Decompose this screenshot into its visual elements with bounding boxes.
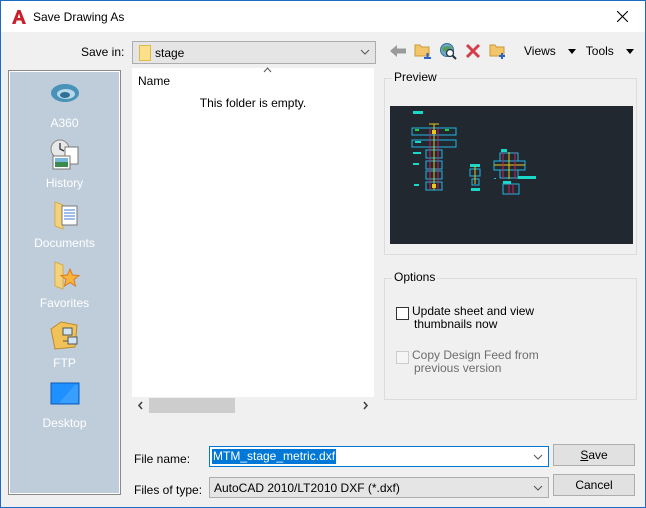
folder-up-icon (414, 44, 431, 59)
title-bar: Save Drawing As (1, 1, 645, 32)
close-button[interactable] (599, 1, 645, 32)
delete-icon (465, 43, 480, 59)
drawing-thumbnail (411, 111, 536, 195)
places-sidebar: A360 History Documents Favorites FTP Des… (8, 70, 121, 495)
places-item-ftp[interactable]: FTP (9, 319, 120, 379)
search-web-button[interactable] (435, 39, 460, 63)
close-icon (616, 11, 628, 22)
empty-folder-message: This folder is empty. (199, 96, 307, 110)
places-item-history[interactable]: History (9, 139, 120, 199)
preview-group: Preview (384, 70, 637, 255)
places-item-favorites[interactable]: Favorites (9, 259, 120, 319)
scroll-left-button[interactable] (132, 399, 149, 412)
files-of-type-label: Files of type: (134, 483, 203, 497)
search-web-icon (439, 43, 457, 60)
column-header-name[interactable]: Name (138, 74, 170, 88)
files-of-type-dropdown[interactable]: AutoCAD 2010/LT2010 DXF (*.dxf) (209, 477, 549, 498)
options-group: Options Update sheet and view thumbnails… (384, 270, 637, 400)
new-folder-icon (489, 44, 505, 59)
options-label: Options (392, 270, 438, 284)
caret-down-icon (625, 48, 634, 54)
places-item-desktop[interactable]: Desktop (9, 379, 120, 439)
label-line: thumbnails now (414, 317, 498, 331)
file-name-input[interactable]: MTM_stage_metric.dxf (209, 446, 549, 467)
up-one-level-button[interactable] (410, 39, 435, 63)
save-in-dropdown[interactable]: stage (132, 41, 376, 64)
views-menu[interactable]: Views (524, 44, 576, 58)
views-label: Views (524, 44, 556, 58)
back-button[interactable] (385, 39, 410, 63)
save-in-value: stage (155, 46, 185, 60)
chevron-down-icon[interactable] (533, 452, 543, 462)
update-thumbnails-label: Update sheet and view thumbnails now (412, 305, 534, 331)
scrollbar-thumb[interactable] (149, 398, 235, 413)
create-new-folder-button[interactable] (485, 39, 510, 63)
file-name-value: MTM_stage_metric.dxf (212, 449, 337, 464)
desktop-icon (50, 382, 80, 405)
places-item-label: Documents (34, 236, 95, 250)
places-item-a360[interactable]: A360 (9, 79, 120, 139)
sort-ascending-icon (263, 67, 272, 73)
tools-label: Tools (585, 44, 614, 58)
places-item-label: A360 (50, 116, 79, 130)
places-item-label: FTP (53, 356, 76, 370)
folder-icon (139, 45, 151, 61)
delete-button[interactable] (460, 39, 485, 63)
save-drawing-as-dialog: Save Drawing As Save in: stage Views Too… (0, 0, 646, 508)
label-line: previous version (414, 361, 502, 375)
drawing-preview (390, 106, 633, 244)
places-item-label: History (45, 176, 84, 190)
ftp-icon (50, 321, 78, 350)
save-button[interactable]: Save (553, 444, 635, 466)
chevron-down-icon (360, 49, 370, 55)
copy-design-feed-checkbox (396, 351, 409, 364)
file-name-label: File name: (134, 452, 191, 466)
chevron-right-icon (363, 401, 369, 410)
chevron-down-icon (533, 485, 543, 491)
chevron-left-icon (137, 401, 143, 410)
preview-label: Preview (392, 70, 439, 84)
window-title: Save Drawing As (33, 10, 125, 24)
autocad-logo-icon (12, 10, 26, 24)
toolbar: Views Tools (385, 39, 634, 63)
caret-down-icon (567, 48, 576, 54)
places-item-label: Favorites (39, 296, 90, 310)
history-icon (50, 139, 79, 170)
favorites-icon (54, 261, 81, 290)
save-in-label: Save in: (81, 45, 125, 59)
documents-icon (54, 201, 78, 230)
update-thumbnails-option[interactable]: Update sheet and view thumbnails now (396, 305, 534, 331)
tools-menu[interactable]: Tools (586, 44, 634, 58)
places-item-documents[interactable]: Documents (9, 199, 120, 259)
horizontal-scrollbar[interactable] (132, 397, 374, 414)
copy-design-feed-label: Copy Design Feed from previous version (412, 349, 539, 375)
places-item-label: Desktop (42, 416, 87, 430)
scroll-right-button[interactable] (357, 399, 374, 412)
save-label-rest: ave (588, 448, 608, 462)
files-of-type-value: AutoCAD 2010/LT2010 DXF (*.dxf) (214, 481, 400, 495)
copy-design-feed-option: Copy Design Feed from previous version (396, 349, 539, 375)
a360-icon (51, 84, 79, 102)
cancel-button[interactable]: Cancel (553, 474, 635, 496)
file-list[interactable]: Name This folder is empty. (132, 68, 374, 397)
back-arrow-icon (389, 45, 406, 57)
update-thumbnails-checkbox[interactable] (396, 307, 409, 320)
